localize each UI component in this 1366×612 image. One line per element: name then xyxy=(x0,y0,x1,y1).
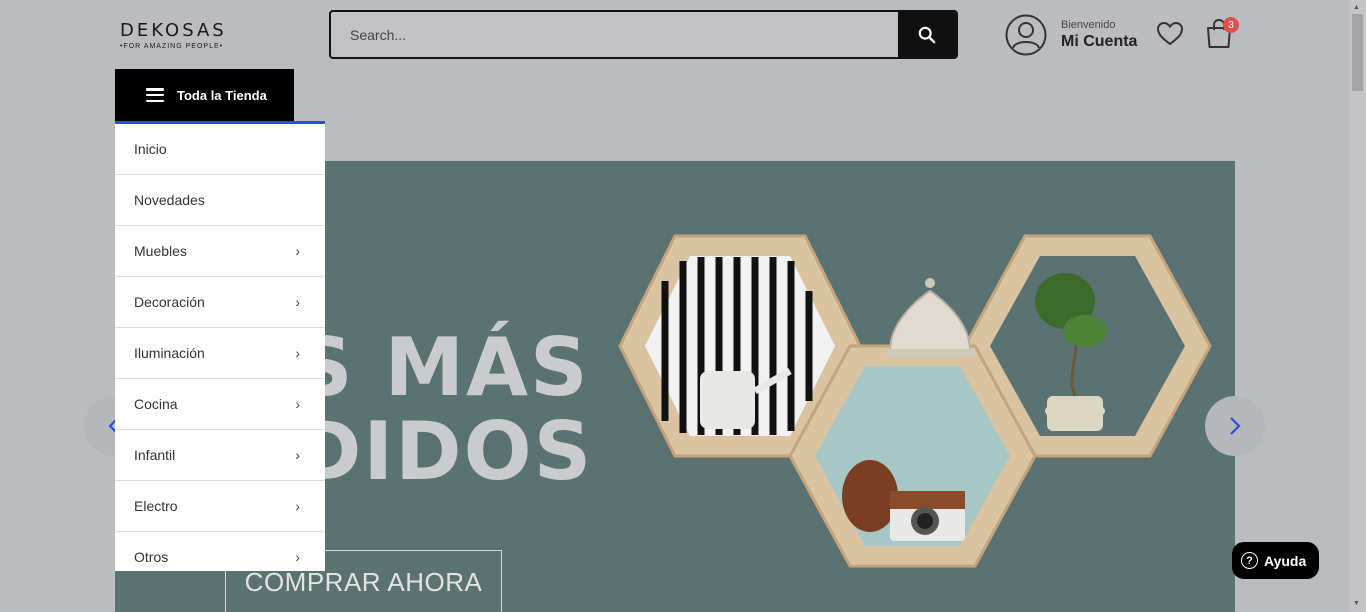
menu-item-iluminacion[interactable]: Iluminación › xyxy=(115,328,325,379)
help-label: Ayuda xyxy=(1264,552,1307,569)
chevron-right-icon: › xyxy=(295,447,300,463)
menu-item-label: Decoración xyxy=(134,294,205,310)
help-button[interactable]: ? Ayuda xyxy=(1232,542,1319,579)
menu-item-label: Inicio xyxy=(134,141,167,157)
chevron-right-icon: › xyxy=(295,345,300,361)
chevron-right-icon: › xyxy=(295,294,300,310)
menu-item-label: Iluminación xyxy=(134,345,205,361)
menu-item-label: Cocina xyxy=(134,396,178,412)
scroll-up-arrow[interactable]: ▲ xyxy=(1353,4,1360,11)
hamburger-icon xyxy=(146,88,164,102)
logo-wordmark: DEKOSAS xyxy=(120,20,227,41)
cart-count-badge: 3 xyxy=(1223,17,1239,33)
banner-headline: S MÁS DIDOS xyxy=(295,326,593,494)
banner-headline-line2: DIDOS xyxy=(295,405,594,498)
chevron-right-icon: › xyxy=(295,498,300,514)
menu-item-label: Infantil xyxy=(134,447,176,463)
account-welcome: Bienvenido xyxy=(1061,19,1116,31)
chevron-right-icon xyxy=(1230,417,1241,435)
banner-headline-line1: S MÁS xyxy=(295,321,590,414)
menu-item-label: Muebles xyxy=(134,243,187,259)
account-link[interactable]: Bienvenido Mi Cuenta xyxy=(1005,14,1137,56)
scroll-down-arrow[interactable]: ▼ xyxy=(1353,600,1360,607)
logo[interactable]: DEKOSAS •FOR AMAZING PEOPLE• xyxy=(120,20,235,50)
logo-tagline: •FOR AMAZING PEOPLE• xyxy=(120,43,224,50)
all-store-label: Toda la Tienda xyxy=(177,87,267,103)
menu-item-electro[interactable]: Electro › xyxy=(115,481,325,532)
scroll-thumb[interactable] xyxy=(1352,14,1363,91)
search-button[interactable] xyxy=(898,12,956,57)
menu-item-label: Otros xyxy=(134,549,169,565)
chevron-right-icon: › xyxy=(295,549,300,565)
menu-item-muebles[interactable]: Muebles › xyxy=(115,226,325,277)
search-bar xyxy=(329,10,958,59)
menu-item-inicio[interactable]: Inicio xyxy=(115,124,325,175)
chevron-right-icon: › xyxy=(295,396,300,412)
menu-item-label: Electro xyxy=(134,498,178,514)
chevron-right-icon: › xyxy=(295,243,300,259)
question-circle-icon: ? xyxy=(1241,552,1258,569)
search-input[interactable] xyxy=(331,12,898,57)
hexagon-shelves-image xyxy=(618,234,1212,568)
menu-item-otros[interactable]: Otros › xyxy=(115,532,325,571)
menu-item-cocina[interactable]: Cocina › xyxy=(115,379,325,430)
menu-item-infantil[interactable]: Infantil › xyxy=(115,430,325,481)
menu-item-novedades[interactable]: Novedades xyxy=(115,175,325,226)
category-menu: Inicio Novedades Muebles › Decoración › … xyxy=(115,124,325,571)
carousel-next-button[interactable] xyxy=(1205,396,1265,456)
all-store-button[interactable]: Toda la Tienda xyxy=(115,69,294,121)
heart-icon[interactable] xyxy=(1156,20,1184,48)
account-name: Mi Cuenta xyxy=(1061,33,1138,50)
menu-item-label: Novedades xyxy=(134,192,205,208)
search-icon xyxy=(918,26,936,43)
user-circle-icon xyxy=(1005,14,1047,56)
menu-item-decoracion[interactable]: Decoración › xyxy=(115,277,325,328)
page-scrollbar[interactable]: ▲ ▼ xyxy=(1349,0,1366,612)
